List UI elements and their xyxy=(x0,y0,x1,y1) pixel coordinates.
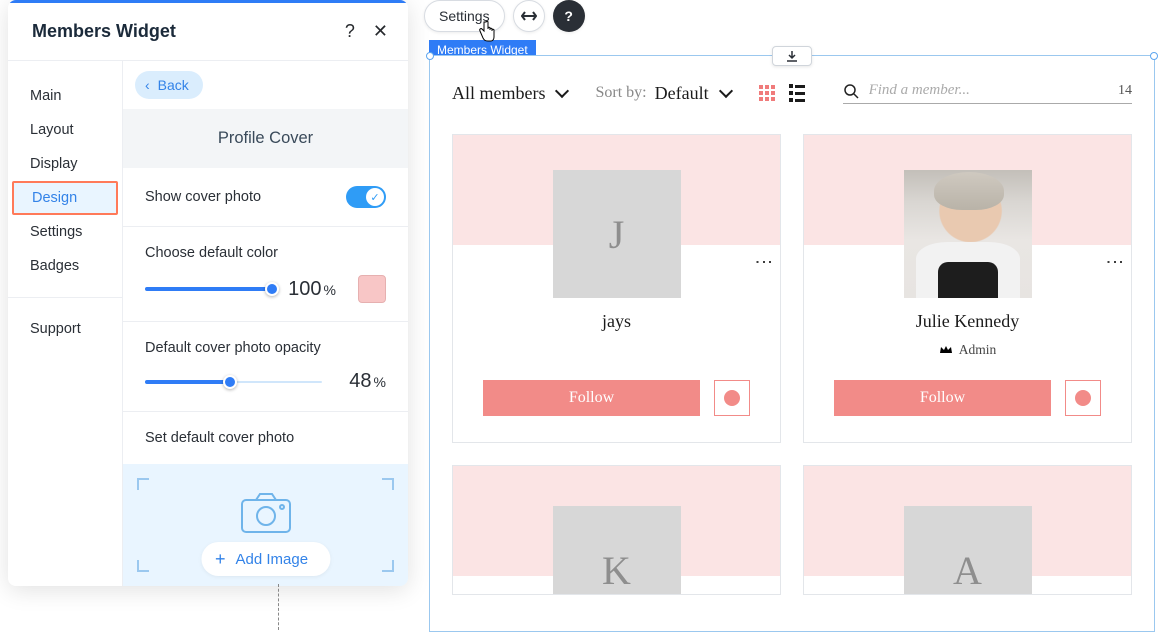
sort-by-value: Default xyxy=(655,83,709,104)
opacity-unit: % xyxy=(374,374,386,390)
tab-settings[interactable]: Settings xyxy=(8,215,122,249)
resize-handle-tl[interactable] xyxy=(426,52,434,60)
resize-handle-tr[interactable] xyxy=(1150,52,1158,60)
settings-panel: Members Widget ? ✕ Main Layout Display D… xyxy=(8,0,408,586)
default-color-row: Choose default color 100% xyxy=(123,227,408,322)
settings-chip-label: Settings xyxy=(439,8,490,24)
all-members-dropdown[interactable]: All members xyxy=(452,83,567,104)
add-image-button[interactable]: + Add Image xyxy=(201,542,330,576)
add-image-label: Add Image xyxy=(235,551,308,568)
sort-by-label: Sort by: xyxy=(595,84,646,102)
plus-icon: + xyxy=(215,550,226,568)
member-card: A xyxy=(803,465,1132,595)
tab-main[interactable]: Main xyxy=(8,79,122,113)
opacity-value: 48 xyxy=(349,370,371,392)
chat-button[interactable] xyxy=(714,380,750,416)
chat-button[interactable] xyxy=(1065,380,1101,416)
avatar-initial: J xyxy=(609,211,625,258)
follow-button[interactable]: Follow xyxy=(834,380,1051,416)
avatar-initial: A xyxy=(953,547,982,594)
chevron-down-icon xyxy=(553,83,567,104)
sort-by-dropdown[interactable]: Sort by: Default xyxy=(595,83,730,104)
chevron-left-icon: ‹ xyxy=(145,77,150,93)
color-swatch[interactable] xyxy=(358,275,386,303)
panel-header: Members Widget ? ✕ xyxy=(8,3,408,61)
default-color-label: Choose default color xyxy=(145,245,386,261)
member-name: Julie Kennedy xyxy=(804,311,1131,332)
chevron-down-icon xyxy=(717,83,731,104)
tab-display[interactable]: Display xyxy=(8,147,122,181)
default-color-value: 100 xyxy=(288,278,321,300)
show-cover-photo-label: Show cover photo xyxy=(145,189,261,205)
search-input[interactable] xyxy=(869,82,1108,99)
tab-divider xyxy=(8,297,122,298)
member-card: ⋮ Julie Kennedy Admin Follow xyxy=(803,134,1132,443)
download-icon[interactable] xyxy=(772,46,812,66)
back-button[interactable]: ‹ Back xyxy=(135,71,203,99)
tab-badges[interactable]: Badges xyxy=(8,249,122,283)
member-count: 14 xyxy=(1118,83,1132,99)
panel-content: ‹ Back Profile Cover Show cover photo ✓ … xyxy=(123,61,408,586)
avatar-photo xyxy=(904,170,1032,298)
card-menu-icon[interactable]: ⋮ xyxy=(1112,253,1117,271)
panel-title: Members Widget xyxy=(32,21,176,42)
grid-view-icon[interactable] xyxy=(759,85,775,101)
follow-label: Follow xyxy=(920,389,965,406)
chat-icon xyxy=(1075,390,1091,406)
search-wrap: 14 xyxy=(843,82,1132,104)
card-menu-icon[interactable]: ⋮ xyxy=(761,253,766,271)
settings-chip[interactable]: Settings xyxy=(424,0,505,32)
member-card: K xyxy=(452,465,781,595)
opacity-row: Default cover photo opacity 48% xyxy=(123,322,408,412)
avatar-placeholder: J xyxy=(553,170,681,298)
default-color-unit: % xyxy=(324,282,336,298)
set-default-photo-label: Set default cover photo xyxy=(145,430,386,446)
show-cover-photo-toggle[interactable]: ✓ xyxy=(346,186,386,208)
chat-icon xyxy=(724,390,740,406)
all-members-label: All members xyxy=(452,83,545,104)
help-icon[interactable]: ? xyxy=(345,21,355,42)
stretch-icon[interactable] xyxy=(513,0,545,32)
member-name: jays xyxy=(453,311,780,332)
set-default-photo-row: Set default cover photo xyxy=(123,412,408,464)
list-view-icon[interactable] xyxy=(789,84,805,102)
opacity-slider[interactable] xyxy=(145,380,322,384)
follow-button[interactable]: Follow xyxy=(483,380,700,416)
avatar-placeholder: K xyxy=(553,506,681,595)
tab-support[interactable]: Support xyxy=(8,312,122,346)
toggle-knob: ✓ xyxy=(366,188,384,206)
image-well[interactable]: + Add Image xyxy=(123,464,408,586)
panel-side-tabs: Main Layout Display Design Settings Badg… xyxy=(8,61,123,586)
follow-label: Follow xyxy=(569,389,614,406)
crown-icon xyxy=(939,345,953,355)
admin-label: Admin xyxy=(959,342,997,358)
member-card: J ⋮ jays Follow xyxy=(452,134,781,443)
back-label: Back xyxy=(158,77,189,93)
tab-layout[interactable]: Layout xyxy=(8,113,122,147)
search-icon xyxy=(843,83,859,99)
camera-icon xyxy=(240,492,292,534)
members-widget-canvas: All members Sort by: Default 14 J ⋮ jays xyxy=(429,55,1155,632)
opacity-label: Default cover photo opacity xyxy=(145,340,386,356)
section-title: Profile Cover xyxy=(123,109,408,168)
avatar-placeholder: A xyxy=(904,506,1032,595)
help-chip-icon[interactable]: ? xyxy=(553,0,585,32)
guide-line xyxy=(278,584,279,630)
default-color-slider[interactable] xyxy=(145,287,272,291)
show-cover-photo-row: Show cover photo ✓ xyxy=(123,168,408,227)
member-role: Admin xyxy=(804,342,1131,358)
canvas-toolbar: All members Sort by: Default 14 xyxy=(430,56,1154,134)
avatar-initial: K xyxy=(602,547,631,594)
close-icon[interactable]: ✕ xyxy=(373,21,388,42)
tab-design[interactable]: Design xyxy=(12,181,118,215)
